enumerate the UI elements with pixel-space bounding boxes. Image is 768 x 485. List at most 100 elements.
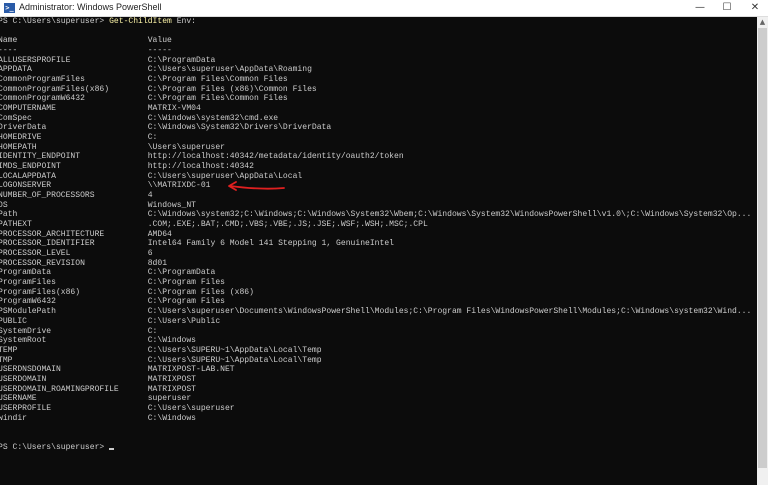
table-row: PROCESSOR_REVISION 8d01 (0, 259, 756, 269)
env-value: MATRIXPOST (147, 384, 197, 394)
env-name: ProgramData (0, 268, 52, 278)
table-row: USERDOMAIN MATRIXPOST (0, 375, 756, 385)
env-name: Path (0, 210, 18, 220)
env-name: ComSpec (0, 113, 32, 123)
env-name: HOMEDRIVE (0, 133, 42, 143)
vertical-scrollbar[interactable]: ▲ (757, 17, 768, 485)
env-value: .COM;.EXE;.BAT;.CMD;.VBS;.VBE;.JS;.JSE;.… (147, 220, 428, 230)
env-name: USERDOMAIN_ROAMINGPROFILE (0, 384, 119, 394)
env-value: C:\Windows\system32;C:\Windows;C:\Window… (147, 210, 752, 220)
close-button[interactable]: ✕ (744, 0, 766, 16)
env-value: C:\Program Files\Common Files (147, 75, 288, 85)
table-row: HOMEDRIVE C: (0, 133, 756, 143)
env-value: C:\Windows\System32\Drivers\DriverData (147, 123, 332, 133)
env-value: C:\Users\superuser\AppData\Roaming (147, 65, 312, 75)
env-value: 8d01 (147, 258, 168, 268)
terminal-output[interactable]: PS C:\Users\superuser> Get-ChildItem Env… (0, 17, 756, 452)
env-name: ALLUSERSPROFILE (0, 55, 71, 65)
maximize-button[interactable]: ☐ (716, 0, 738, 16)
env-value: http://localhost:40342 (147, 162, 254, 172)
env-value: superuser (147, 394, 192, 404)
env-name: LOCALAPPDATA (0, 171, 56, 181)
table-row: ProgramData C:\ProgramData (0, 268, 756, 278)
env-value: C:\Program Files (147, 297, 225, 307)
final-prompt: PS C:\Users\superuser> (0, 442, 110, 452)
table-row: CommonProgramW6432 C:\Program Files\Commo… (0, 94, 756, 104)
table-row: IMDS_ENDPOINT http://localhost:40342 (0, 162, 756, 172)
table-row: NUMBER_OF_PROCESSORS 4 (0, 191, 756, 201)
table-row: APPDATA C:\Users\superuser\AppData\Roamin… (0, 65, 756, 75)
table-row: PUBLIC C:\Users\Public (0, 317, 756, 327)
table-row: USERDOMAIN_ROAMINGPROFILE MATRIXPOST (0, 385, 756, 395)
env-name: USERDNSDOMAIN (0, 365, 61, 375)
env-name: CommonProgramW6432 (0, 94, 85, 104)
env-value: C:\Users\superuser\Documents\WindowsPowe… (147, 307, 752, 317)
red-annotation-arrow (228, 181, 285, 191)
env-name: IDENTITY_ENDPOINT (0, 152, 81, 162)
table-row: OS Windows_NT (0, 201, 756, 211)
table-row: COMPUTERNAME MATRIX-VM04 (0, 104, 756, 114)
final-prompt-line[interactable]: PS C:\Users\superuser> (0, 443, 756, 453)
env-value: C: (147, 133, 158, 143)
env-value: MATRIX-VM04 (147, 104, 201, 114)
env-name: PROCESSOR_IDENTIFIER (0, 239, 95, 249)
env-name: SystemRoot (0, 336, 47, 346)
env-value: C:\Program Files (147, 278, 225, 288)
env-value: C: (147, 326, 158, 336)
env-value: C:\Users\SUPERU~1\AppData\Local\Temp (147, 355, 322, 365)
env-name: NUMBER_OF_PROCESSORS (0, 191, 95, 201)
env-value: C:\Windows\system32\cmd.exe (147, 113, 279, 123)
env-name: CommonProgramFiles (0, 75, 85, 85)
env-value: MATRIXPOST (147, 374, 197, 384)
table-row: HOMEPATH \Users\superuser (0, 143, 756, 153)
text-cursor (109, 447, 115, 450)
separator-name: ---- (0, 46, 18, 56)
window-title: Administrator: Windows PowerShell (19, 2, 162, 12)
env-name: TEMP (0, 345, 18, 355)
env-name: PROCESSOR_REVISION (0, 258, 85, 268)
env-value: C:\Program Files (x86) (147, 287, 254, 297)
env-name: USERPROFILE (0, 403, 52, 413)
table-row: DriverData C:\Windows\System32\Drivers\Dr… (0, 123, 756, 133)
table-row: ProgramFiles(x86) C:\Program Files (x86) (0, 288, 756, 298)
env-name: OS (0, 200, 8, 210)
env-name: ProgramFiles(x86) (0, 287, 81, 297)
env-value: http://localhost:40342/metadata/identity… (147, 152, 404, 162)
env-value: \\MATRIXDC-01 (147, 181, 211, 191)
env-value: Windows_NT (147, 200, 197, 210)
env-name: PSModulePath (0, 307, 56, 317)
env-value: 4 (147, 191, 153, 201)
env-name: IMDS_ENDPOINT (0, 162, 61, 172)
command: Get-ChildItem (109, 17, 172, 26)
env-name: PUBLIC (0, 316, 27, 326)
env-name: LOGONSERVER (0, 181, 52, 191)
table-row: LOGONSERVER \\MATRIXDC-01 (0, 181, 756, 191)
env-value: \Users\superuser (147, 142, 225, 152)
table-row: windir C:\Windows (0, 414, 756, 424)
table-row: LOCALAPPDATA C:\Users\superuser\AppData\L… (0, 172, 756, 182)
command-argument: Env: (171, 17, 197, 26)
table-row: TMP C:\Users\SUPERU~1\AppData\Local\Temp (0, 356, 756, 366)
env-name: ProgramW6432 (0, 297, 56, 307)
scroll-up-arrow-icon[interactable]: ▲ (757, 17, 768, 27)
env-value: C:\ProgramData (147, 268, 216, 278)
separator-value: ----- (147, 46, 172, 56)
env-name: windir (0, 413, 27, 423)
env-name: APPDATA (0, 65, 32, 75)
table-row: CommonProgramFiles C:\Program Files\Commo… (0, 75, 756, 85)
env-value: C:\Users\Public (147, 316, 221, 326)
minimize-button[interactable]: — (689, 0, 711, 16)
env-value: MATRIXPOST-LAB.NET (147, 365, 235, 375)
env-value: Intel64 Family 6 Model 141 Stepping 1, G… (147, 239, 394, 249)
env-name: ProgramFiles (0, 278, 56, 288)
table-separator: --------- (0, 46, 756, 56)
powershell-icon: >_ (4, 3, 15, 13)
env-value: C:\Program Files (x86)\Common Files (147, 84, 317, 94)
table-row: USERDNSDOMAIN MATRIXPOST-LAB.NET (0, 365, 756, 375)
scrollbar-thumb[interactable] (758, 28, 767, 468)
table-row: PSModulePath C:\Users\superuser\Documents… (0, 307, 756, 317)
table-row: PROCESSOR_IDENTIFIER Intel64 Family 6 Mod… (0, 239, 756, 249)
table-row: ProgramFiles C:\Program Files (0, 278, 756, 288)
env-value: C:\Windows (147, 336, 197, 346)
env-name: USERNAME (0, 394, 37, 404)
